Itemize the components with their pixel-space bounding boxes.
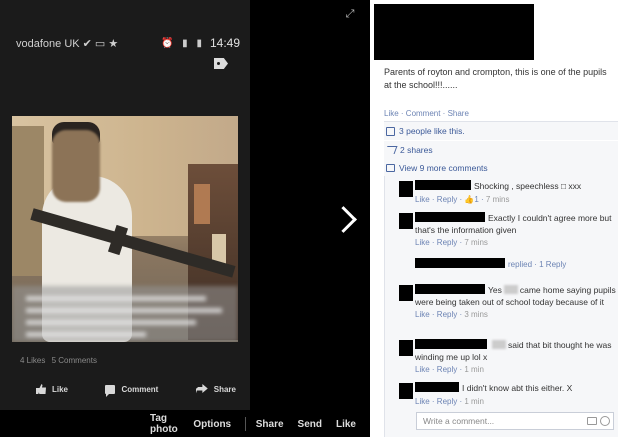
- share-button[interactable]: Share: [195, 384, 236, 394]
- comment-like-link[interactable]: Like: [415, 310, 430, 319]
- comment-placeholder: Write a comment...: [423, 416, 495, 426]
- viewer-like-button[interactable]: Like: [336, 419, 356, 430]
- comment-icon: [386, 164, 395, 172]
- comment-item: I didn't know abt this either. X Like · …: [399, 382, 619, 407]
- comment-button[interactable]: Comment: [105, 384, 158, 397]
- thumbs-up-icon: [386, 126, 395, 136]
- post-text: Parents of royton and crompton, this is …: [384, 67, 607, 90]
- thumbs-up-icon: 👍: [464, 194, 475, 204]
- comment-like-link[interactable]: Like: [415, 238, 430, 247]
- comment-like-link[interactable]: Like: [415, 397, 430, 406]
- next-photo-chevron-icon[interactable]: [332, 206, 356, 236]
- share-icon: [384, 146, 398, 154]
- comment-item: Yes came home saying pupils were being ta…: [399, 284, 619, 321]
- thumbs-up-icon: [36, 384, 46, 394]
- comment-reply-link[interactable]: Reply: [437, 195, 457, 204]
- comment-item: Shocking , speechless □ xxx Like · Reply…: [399, 180, 619, 205]
- view-more-comments[interactable]: View 9 more comments: [384, 159, 618, 177]
- avatar: [399, 285, 413, 301]
- post-photo[interactable]: [12, 116, 238, 342]
- comment-reply-link[interactable]: Reply: [437, 365, 457, 374]
- carrier-label: vodafone UK ✔ ▭ ★: [16, 37, 119, 50]
- post-counts: 4 Likes 5 Comments: [20, 356, 97, 365]
- photo-viewer: vodafone UK ✔ ▭ ★ ⏰ ▮ ▮ 14:49 4 Likes 5 …: [0, 0, 370, 437]
- avatar: [399, 340, 413, 356]
- post-actions: Like Comment Share: [36, 384, 236, 397]
- blurred-face: [52, 130, 100, 202]
- replies-link[interactable]: replied · 1 Reply: [415, 258, 619, 271]
- write-comment-input[interactable]: Write a comment...: [416, 412, 614, 430]
- comment-icon: [105, 384, 116, 397]
- avatar: [399, 213, 413, 229]
- options-button[interactable]: Options: [193, 419, 231, 430]
- share-icon: [195, 384, 208, 394]
- post-action-links[interactable]: Like · Comment · Share: [384, 109, 469, 118]
- tag-photo-button[interactable]: Tag photo: [150, 413, 179, 435]
- clock-time: 14:49: [209, 36, 240, 50]
- likes-summary[interactable]: 3 people like this.: [384, 122, 618, 140]
- comment-reply-link[interactable]: Reply: [437, 310, 457, 319]
- redacted-author: [374, 4, 534, 60]
- camera-icon[interactable]: [587, 417, 597, 425]
- viewer-action-bar: Tag photo Options Share Send Like: [0, 411, 370, 437]
- avatar: [399, 383, 413, 399]
- emoji-icon[interactable]: [600, 416, 610, 426]
- send-button[interactable]: Send: [298, 419, 322, 430]
- status-icons: ⏰ ▮ ▮: [160, 37, 205, 49]
- shares-summary[interactable]: 2 shares: [384, 141, 618, 159]
- comment-item: Exactly I couldn't agree more but that's…: [399, 212, 619, 249]
- comment-list: Shocking , speechless □ xxx Like · Reply…: [384, 176, 618, 437]
- comment-reply-link[interactable]: Reply: [437, 238, 457, 247]
- tag-icon[interactable]: [214, 58, 228, 69]
- avatar: [399, 181, 413, 197]
- comment-like-link[interactable]: Like: [415, 365, 430, 374]
- status-bar: vodafone UK ✔ ▭ ★ ⏰ ▮ ▮ 14:49: [16, 36, 240, 50]
- post-panel: Parents of royton and crompton, this is …: [370, 0, 620, 437]
- comments-count[interactable]: 5 Comments: [52, 356, 97, 365]
- likes-count[interactable]: 4 Likes: [20, 356, 45, 365]
- like-button[interactable]: Like: [36, 384, 68, 394]
- phone-screenshot: vodafone UK ✔ ▭ ★ ⏰ ▮ ▮ 14:49 4 Likes 5 …: [0, 0, 250, 410]
- comment-reply-link[interactable]: Reply: [437, 397, 457, 406]
- fullscreen-icon[interactable]: ⤢: [344, 8, 356, 20]
- viewer-share-button[interactable]: Share: [256, 419, 284, 430]
- blurred-caption: [12, 286, 238, 342]
- comment-like-link[interactable]: Like: [415, 195, 430, 204]
- comment-item: said that bit thought he was winding me …: [399, 339, 619, 376]
